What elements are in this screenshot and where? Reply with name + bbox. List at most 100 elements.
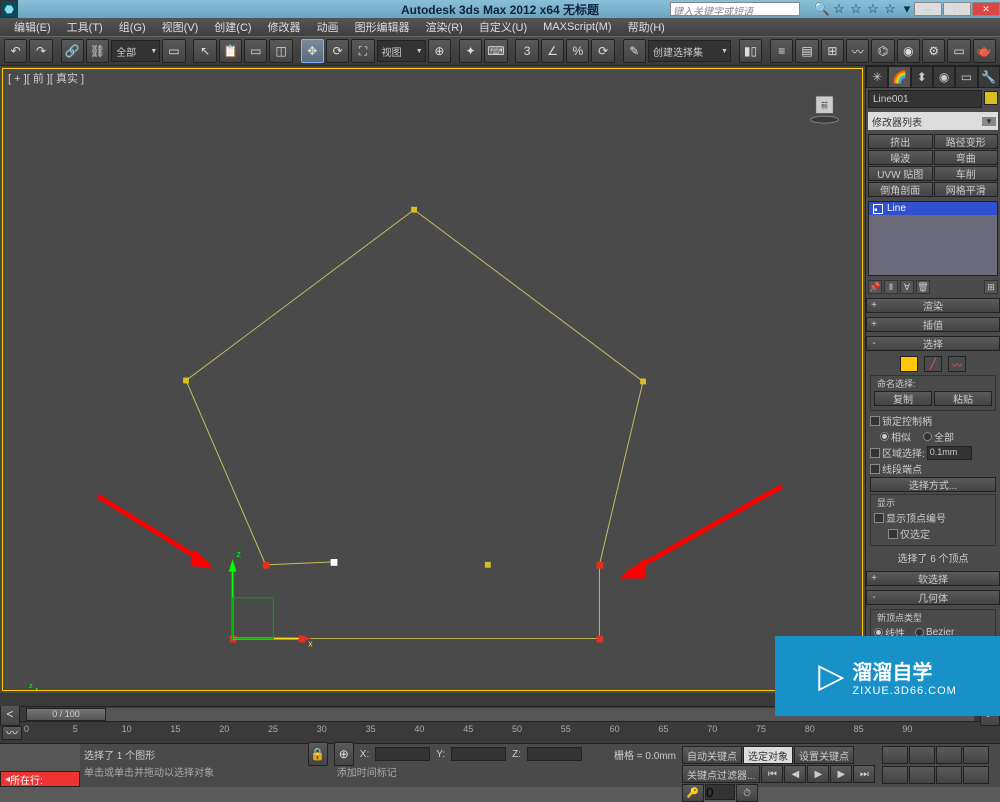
subobj-segment[interactable]: ╱ [924,356,942,372]
align-button[interactable]: ≡ [770,39,793,63]
spinner-snap-button[interactable]: ⟳ [591,39,614,63]
object-color-swatch[interactable] [984,91,998,105]
edit-named-sel-button[interactable]: ✎ [623,39,646,63]
tab-modify[interactable]: 🌈 [888,66,910,88]
goto-start-button[interactable]: ⏮ [761,765,783,783]
snap-button[interactable]: 3 [515,39,538,63]
orbit-button[interactable] [936,766,962,784]
help-icon[interactable]: ☆ [865,1,881,17]
area-sel-checkbox[interactable] [870,448,880,458]
menu-help[interactable]: 帮助(H) [620,19,673,35]
select-region-button[interactable]: ▭ [244,39,267,63]
angle-snap-button[interactable]: ∠ [541,39,564,63]
setkey-button[interactable]: 设置关键点 [794,746,854,764]
menu-modifiers[interactable]: 修改器 [260,19,309,35]
scale-button[interactable]: ⛶ [351,39,374,63]
maximize-button[interactable]: ☐ [943,2,971,16]
viewport[interactable]: 前 [2,68,863,691]
viewport-hscroll[interactable] [0,693,865,706]
tab-create[interactable]: ✳ [866,66,888,88]
zoom-extents-button[interactable] [936,746,962,764]
pivot-button[interactable]: ⊕ [428,39,451,63]
stack-expand-icon[interactable]: ▪ [873,204,883,214]
show-vertnum-checkbox[interactable] [874,513,884,523]
render-setup-button[interactable]: ⚙ [922,39,945,63]
similar-radio[interactable] [880,432,889,441]
zoom-extents-all-button[interactable] [963,746,989,764]
rollout-selection[interactable]: -选择 [866,336,1000,351]
keymode-toggle[interactable]: 🔑 [682,784,704,802]
unlink-button[interactable]: ⛓ [86,39,109,63]
move-button[interactable]: ✥ [301,39,324,63]
layers-button[interactable]: ▤ [795,39,818,63]
subscription-icon[interactable]: ☆ [831,1,847,17]
x-field[interactable] [375,747,430,761]
seg-end-checkbox[interactable] [870,464,880,474]
subobj-vertex[interactable]: ∴ [900,356,918,372]
timeline-ruler[interactable]: 〰 0 5 10 15 20 25 30 35 40 45 50 55 60 6… [0,721,1000,743]
tab-utilities[interactable]: 🔧 [978,66,1000,88]
pan-button[interactable] [909,766,935,784]
keyboard-shortcut-button[interactable]: ⌨ [484,39,507,63]
pin-stack-button[interactable]: 📌 [868,280,882,294]
selected-obj-dd[interactable]: 选定对象 [743,746,793,764]
tab-display[interactable]: ▭ [955,66,977,88]
modifier-list-dropdown[interactable]: 修改器列表 [868,112,998,130]
zoom-all-button[interactable] [909,746,935,764]
menu-rendering[interactable]: 渲染(R) [418,19,471,35]
current-frame-field[interactable] [705,784,735,800]
graphite-button[interactable]: ⊞ [821,39,844,63]
curve-editor-button[interactable]: 〰 [846,39,869,63]
rollout-geometry[interactable]: -几何体 [866,590,1000,605]
named-selection-dropdown[interactable]: 创建选择集 [648,40,731,62]
paste-sel-button[interactable]: 粘贴 [934,391,992,406]
area-sel-spinner[interactable]: 0.1mm [927,446,972,460]
refcoord-dropdown[interactable]: 视图 [377,40,426,62]
subobj-spline[interactable]: 〰 [948,356,966,372]
undo-button[interactable]: ↶ [4,39,27,63]
select-button[interactable]: ▭ [162,39,185,63]
configure-sets-button[interactable]: ⊞ [984,280,998,294]
remove-mod-button[interactable]: 🗑 [916,280,930,294]
zoom-button[interactable] [882,746,908,764]
mini-curve-button[interactable]: 〰 [2,726,22,740]
mod-meshsmooth[interactable]: 网格平滑 [934,182,999,197]
window-crossing-button[interactable]: ◫ [269,39,292,63]
menu-animation[interactable]: 动画 [309,19,347,35]
tab-motion[interactable]: ◉ [933,66,955,88]
select-object-button[interactable]: ↖ [193,39,216,63]
exchange-icon[interactable]: ☆ [848,1,864,17]
search-input[interactable]: 键入关键字或短语 [670,2,800,16]
now-at-button[interactable]: ◂ 所在行: [0,771,80,787]
mod-uvwmap[interactable]: UVW 贴图 [868,166,933,181]
rollout-rendering[interactable]: +渲染 [866,298,1000,313]
mod-pathdeform[interactable]: 路径变形 [934,134,999,149]
menu-grapheditors[interactable]: 图形编辑器 [347,19,418,35]
select-name-button[interactable]: 📋 [219,39,242,63]
select-manipulate-button[interactable]: ✦ [459,39,482,63]
time-slider-thumb[interactable]: 0 / 100 [26,708,106,721]
material-editor-button[interactable]: ◉ [897,39,920,63]
all-radio[interactable] [923,432,932,441]
goto-end-button[interactable]: ⏭ [853,765,875,783]
rotate-button[interactable]: ⟳ [326,39,349,63]
viewport-label[interactable]: [ + ][ 前 ][ 真实 ] [8,70,84,86]
stack-item-line[interactable]: ▪ Line [869,202,997,215]
mod-bevelprofile[interactable]: 倒角剖面 [868,182,933,197]
select-by-button[interactable]: 选择方式... [870,477,996,492]
help-dd-icon[interactable]: ☆ [882,1,898,17]
menu-edit[interactable]: 编辑(E) [6,19,59,35]
fov-button[interactable] [882,766,908,784]
rollout-interpolation[interactable]: +插值 [866,317,1000,332]
schematic-button[interactable]: ⌬ [871,39,894,63]
mod-lathe[interactable]: 车削 [934,166,999,181]
redo-button[interactable]: ↷ [29,39,52,63]
mod-bend[interactable]: 弯曲 [934,150,999,165]
menu-customize[interactable]: 自定义(U) [471,19,535,35]
copy-sel-button[interactable]: 复制 [874,391,932,406]
prev-frame-button[interactable]: ◀ [784,765,806,783]
percent-snap-button[interactable]: % [566,39,589,63]
render-button[interactable]: 🫖 [973,39,996,63]
show-end-button[interactable]: Ⅱ [884,280,898,294]
close-button[interactable]: ✕ [972,2,1000,16]
